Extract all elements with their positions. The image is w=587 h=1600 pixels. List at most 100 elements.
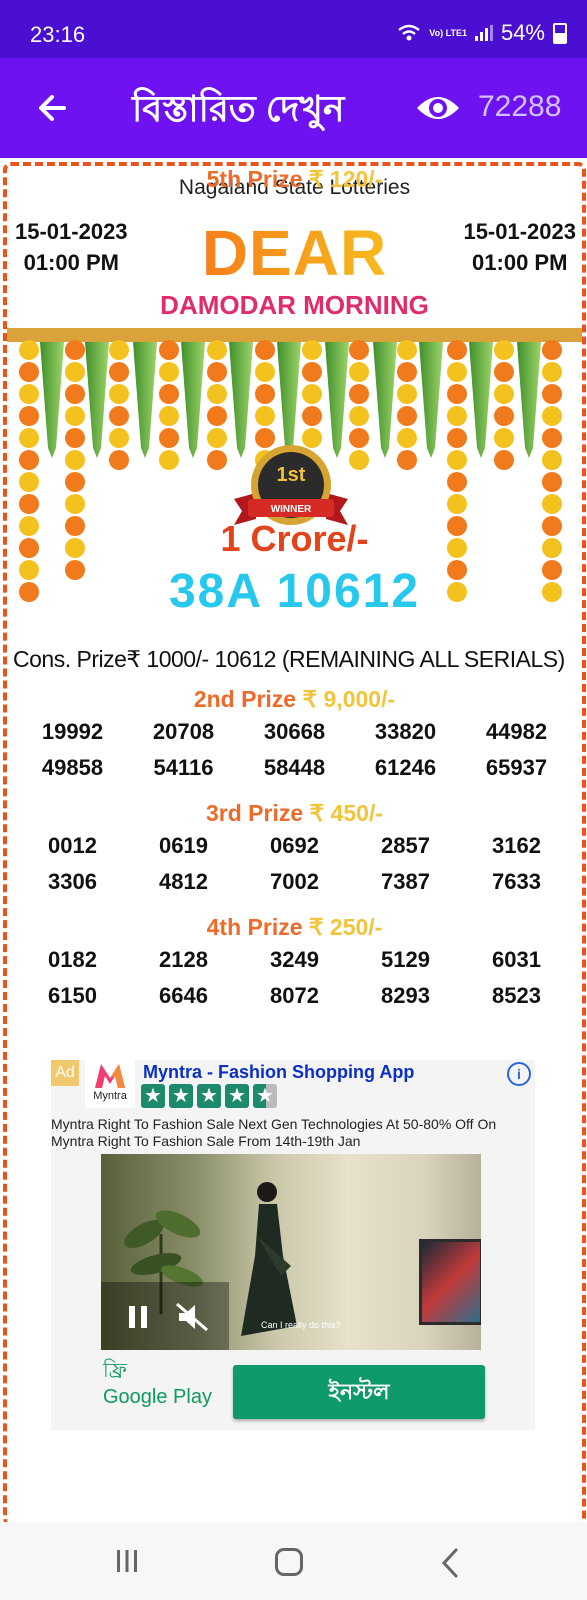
prize-number: 6646 <box>159 983 208 1008</box>
marigold-flower <box>494 362 514 382</box>
prize-number: 2857 <box>381 833 430 858</box>
prize-3-numbers: 0012 0619 0692 2857 3162 3306 4812 7002 … <box>17 832 572 895</box>
marigold-flower <box>65 362 85 382</box>
marigold-flower <box>494 384 514 404</box>
marigold-flower <box>302 340 322 360</box>
page-title: বিস্তারিত দেখুন <box>132 88 345 129</box>
star-icon: ★ <box>141 1084 165 1108</box>
marigold-flower <box>447 428 467 448</box>
marigold-flower <box>494 340 514 360</box>
marigold-flower <box>349 362 369 382</box>
eye-icon <box>417 97 459 119</box>
recent-apps-icon[interactable] <box>114 1548 140 1574</box>
consolation-prize: Cons. Prize₹ 1000/- 10612 (REMAINING ALL… <box>13 646 565 672</box>
prize-number: 8293 <box>381 983 430 1008</box>
prize-4-title: 4th Prize ₹ 250/- <box>7 914 582 941</box>
draw-time: 01:00 PM <box>472 250 568 275</box>
prize-number: 44982 <box>485 719 548 744</box>
marigold-flower <box>542 406 562 426</box>
prize-number: 0012 <box>48 833 97 858</box>
prize-number: 3162 <box>492 833 541 858</box>
marigold-flower <box>397 450 417 470</box>
mute-icon[interactable] <box>175 1302 209 1332</box>
mango-leaf <box>517 342 541 458</box>
marigold-flower <box>19 450 39 470</box>
prize-number: 5129 <box>381 947 430 972</box>
back-arrow-icon[interactable] <box>34 88 74 128</box>
prize-number: 4812 <box>159 869 208 894</box>
marigold-flower <box>65 450 85 470</box>
prize-number: 6031 <box>492 947 541 972</box>
prize-label: 4th Prize <box>206 914 303 940</box>
prize-number: 7002 <box>270 869 319 894</box>
marigold-flower <box>207 450 227 470</box>
marigold-flower <box>542 384 562 404</box>
marigold-flower <box>349 406 369 426</box>
first-prize-amount: 1 Crore/- <box>220 518 369 559</box>
first-prize-number: 38A 10612 <box>168 565 421 618</box>
prize-number: 30668 <box>263 719 326 744</box>
marigold-flower <box>494 406 514 426</box>
marigold-flower <box>207 340 227 360</box>
prize-number: 8523 <box>492 983 541 1008</box>
ad-brand: Myntra <box>93 1090 127 1102</box>
marigold-flower <box>255 340 275 360</box>
marigold-flower <box>109 340 129 360</box>
prize-number: 7387 <box>381 869 430 894</box>
marigold-flower <box>19 428 39 448</box>
install-button[interactable]: ইনস্টল <box>233 1365 485 1419</box>
prize-number: 19992 <box>41 719 104 744</box>
prize-number: 8072 <box>270 983 319 1008</box>
badge-text: WINNER <box>271 504 312 515</box>
prize-2-title: 2nd Prize ₹ 9,000/- <box>7 686 582 713</box>
back-icon[interactable] <box>440 1548 460 1578</box>
marigold-flower <box>19 362 39 382</box>
marigold-flower <box>447 494 467 514</box>
ad-banner[interactable]: Ad Myntra Myntra - Fashion Shopping App … <box>51 1060 535 1430</box>
video-caption: Can I really do this? <box>261 1320 341 1330</box>
marigold-flower <box>494 450 514 470</box>
prize-label: 5th Prize <box>206 166 303 192</box>
prize-3-title: 3rd Prize ₹ 450/- <box>7 800 582 827</box>
network-type-label: Vo) LTE1 <box>429 27 467 38</box>
status-icons: Vo) LTE1 54% <box>397 20 567 46</box>
marigold-flower <box>397 428 417 448</box>
mango-leaf <box>469 342 493 458</box>
status-bar: 23:16 Vo) LTE1 54% <box>0 0 587 58</box>
signal-icon <box>474 25 493 41</box>
battery-percent: 54% <box>500 20 545 45</box>
prize-amount: ₹ 250/- <box>308 914 383 940</box>
ad-info-icon[interactable]: i <box>507 1062 531 1086</box>
marigold-flower <box>255 384 275 404</box>
marigold-flower <box>302 384 322 404</box>
prize-amount: ₹ 120/- <box>308 166 383 192</box>
view-count: 72288 <box>478 90 562 123</box>
star-icon: ★ <box>169 1084 193 1108</box>
prize-number: 58448 <box>263 755 326 780</box>
prize-4-numbers: 0182 2128 3249 5129 6031 6150 6646 8072 … <box>17 946 572 1009</box>
marigold-flower <box>19 384 39 404</box>
marigold-flower <box>159 450 179 470</box>
marigold-flower <box>542 428 562 448</box>
wifi-icon <box>398 24 421 41</box>
marigold-flower <box>397 384 417 404</box>
pause-icon[interactable] <box>127 1304 149 1330</box>
marigold-flower <box>65 494 85 514</box>
ad-title[interactable]: Myntra - Fashion Shopping App <box>143 1062 414 1083</box>
marigold-flower <box>447 450 467 470</box>
marigold-flower <box>65 384 85 404</box>
prize-2-numbers: 19992 20708 30668 33820 44982 49858 5411… <box>17 718 572 781</box>
marigold-flower <box>447 472 467 492</box>
marigold-flower <box>447 340 467 360</box>
marigold-flower <box>397 406 417 426</box>
star-icon: ★ <box>197 1084 221 1108</box>
status-time: 23:16 <box>30 22 86 47</box>
prize-amount: ₹ 9,000/- <box>302 686 396 712</box>
marigold-flower <box>447 384 467 404</box>
marigold-flower <box>255 406 275 426</box>
marigold-flower <box>65 406 85 426</box>
home-icon[interactable] <box>275 1548 303 1576</box>
marigold-flower <box>207 362 227 382</box>
ad-video[interactable]: Can I really do this? <box>101 1154 481 1350</box>
marigold-flower <box>19 472 39 492</box>
